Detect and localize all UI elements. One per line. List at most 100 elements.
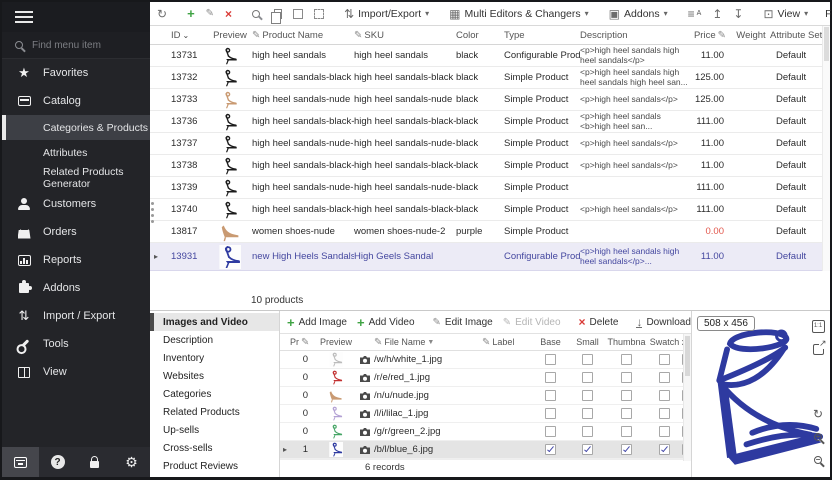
image-row-nude.jpg[interactable]: 0/n/u/nude.jpg: [280, 387, 691, 405]
image-row-green_2.jpg[interactable]: 0/g/r/green_2.jpg: [280, 423, 691, 441]
tab-images-and-video[interactable]: Images and Video: [150, 313, 279, 331]
image-row-red_1.jpg[interactable]: 0/r/e/red_1.jpg: [280, 369, 691, 387]
hamburger-menu-icon[interactable]: [15, 8, 33, 26]
tab-product-reviews[interactable]: Product Reviews: [150, 457, 279, 475]
cell-camera[interactable]: [356, 445, 374, 455]
tab-websites[interactable]: Websites: [150, 367, 279, 385]
cell-camera[interactable]: [356, 391, 374, 401]
search-products-button[interactable]: [249, 8, 263, 20]
select-button[interactable]: [290, 7, 306, 21]
column-header-price[interactable]: Price✎: [688, 30, 732, 41]
checkbox[interactable]: [659, 390, 670, 401]
checkbox[interactable]: [582, 408, 593, 419]
delete-image-button[interactable]: ×Delete: [576, 313, 622, 331]
rotate-button[interactable]: ↻: [811, 407, 825, 421]
sidebar-item-orders[interactable]: Orders: [2, 218, 150, 246]
product-row-13931[interactable]: ▸13931new High Heels SandalsHigh Geels S…: [150, 243, 830, 271]
product-row-13817[interactable]: 13817women shoes-nudewomen shoes-nude-2p…: [150, 221, 830, 243]
delete-product-button[interactable]: ×: [222, 5, 235, 23]
tab-categories[interactable]: Categories: [150, 385, 279, 403]
edit-product-button[interactable]: ✎: [203, 6, 217, 21]
zoom-in-button[interactable]: +: [811, 430, 825, 444]
products-scrollbar[interactable]: [822, 26, 830, 271]
help-button[interactable]: ?: [39, 447, 76, 477]
copy-button[interactable]: [268, 7, 285, 21]
column-header-thumbna[interactable]: Thumbna: [606, 337, 647, 347]
sidebar-subitem-attributes[interactable]: Attributes: [2, 140, 150, 165]
add-image-button[interactable]: +Add Image: [284, 313, 350, 332]
column-header-description[interactable]: Description: [580, 30, 688, 41]
row-expander[interactable]: ▸: [280, 445, 290, 454]
column-header-label[interactable]: ✎Label: [482, 337, 532, 348]
checkbox[interactable]: [659, 444, 670, 455]
sidebar-item-catalog[interactable]: Catalog: [2, 87, 150, 115]
sidebar-item-tools[interactable]: Tools: [2, 330, 150, 358]
open-external-button[interactable]: [811, 342, 825, 356]
checkbox[interactable]: [545, 354, 556, 365]
checkbox[interactable]: [582, 426, 593, 437]
settings-button[interactable]: ⚙: [113, 447, 150, 477]
lock-button[interactable]: [76, 447, 113, 477]
product-row-13733[interactable]: 13733high heel sandals-nudehigh heel san…: [150, 89, 830, 111]
product-row-13736[interactable]: 13736high heel sandals-black-36high heel…: [150, 111, 830, 133]
tab-inventory[interactable]: Inventory: [150, 349, 279, 367]
checkbox[interactable]: [545, 372, 556, 383]
row-expander[interactable]: ▸: [150, 252, 162, 261]
checkbox[interactable]: [621, 444, 632, 455]
checkbox[interactable]: [582, 444, 593, 455]
column-header-preview[interactable]: Preview: [208, 30, 252, 41]
sidebar-item-import-export[interactable]: ⇅Import / Export: [2, 302, 150, 330]
edit-video-button[interactable]: ✎Edit Video: [500, 315, 564, 330]
cell-camera[interactable]: [356, 355, 374, 365]
checkbox[interactable]: [582, 390, 593, 401]
column-header-base[interactable]: Base: [532, 337, 569, 347]
column-header-pr[interactable]: Pr✎: [290, 337, 316, 348]
column-header-small[interactable]: Small: [569, 337, 606, 347]
cell-camera[interactable]: [356, 427, 374, 437]
column-header-sku[interactable]: ✎SKU: [354, 30, 456, 41]
add-video-button[interactable]: +Add Video: [354, 313, 418, 332]
product-row-13739[interactable]: 13739high heel sandals-nude-37high heel …: [150, 177, 830, 199]
checkbox[interactable]: [545, 390, 556, 401]
image-row-white_1.jpg[interactable]: 0/w/h/white_1.jpg: [280, 351, 691, 369]
checkbox[interactable]: [621, 372, 632, 383]
tab-description[interactable]: Description: [150, 331, 279, 349]
splitter-handle[interactable]: [151, 202, 156, 223]
column-header-attribute-set-name[interactable]: Attribute Set Name: [770, 30, 830, 41]
column-header-preview[interactable]: Preview: [316, 337, 356, 347]
addons-menu[interactable]: ▣ Addons ▾: [606, 5, 671, 23]
product-row-13731[interactable]: 13731high heel sandalshigh heel sandalsb…: [150, 45, 830, 67]
product-row-13740[interactable]: 13740high heel sandals-black-38high heel…: [150, 199, 830, 221]
collapse-all-button[interactable]: ↧: [730, 5, 746, 23]
checkbox[interactable]: [621, 354, 632, 365]
sidebar-subitem-categories-products[interactable]: Categories & Products: [2, 115, 150, 140]
zoom-out-button[interactable]: −: [811, 453, 825, 467]
checkbox[interactable]: [545, 408, 556, 419]
sidebar-subitem-related-products-generator[interactable]: Related Products Generator: [2, 165, 150, 190]
backup-button[interactable]: [2, 447, 39, 477]
sidebar-item-view[interactable]: View: [2, 358, 150, 386]
product-row-13738[interactable]: 13738high heel sandals-black-37high heel…: [150, 155, 830, 177]
image-row-blue_6.jpg[interactable]: ▸1/b/l/blue_6.jpg: [280, 441, 691, 459]
filter-row-button[interactable]: ≡A: [685, 5, 705, 23]
sidebar-search[interactable]: Find menu item: [2, 32, 150, 59]
column-header-weight[interactable]: Weight: [732, 30, 770, 41]
cell-camera[interactable]: [356, 409, 374, 419]
product-row-13732[interactable]: 13732high heel sandals-blackhigh heel sa…: [150, 67, 830, 89]
download-image-button[interactable]: ↓Download Image: [633, 315, 691, 330]
import-export-menu[interactable]: ⇅ Import/Export ▾: [341, 5, 432, 23]
column-header-id[interactable]: ID⌄: [162, 30, 208, 41]
checkbox[interactable]: [659, 372, 670, 383]
refresh-button[interactable]: ↻: [154, 5, 170, 23]
sidebar-item-addons[interactable]: Addons: [2, 274, 150, 302]
checkbox[interactable]: [582, 354, 593, 365]
add-product-button[interactable]: +: [184, 4, 198, 23]
edit-image-button[interactable]: ✎Edit Image: [430, 315, 496, 330]
sidebar-item-reports[interactable]: Reports: [2, 246, 150, 274]
column-header-product-name[interactable]: ✎Product Name: [252, 30, 354, 41]
checkbox[interactable]: [545, 426, 556, 437]
checkbox[interactable]: [659, 426, 670, 437]
checkbox[interactable]: [621, 390, 632, 401]
sidebar-item-customers[interactable]: Customers: [2, 190, 150, 218]
images-scrollbar[interactable]: [683, 334, 691, 461]
